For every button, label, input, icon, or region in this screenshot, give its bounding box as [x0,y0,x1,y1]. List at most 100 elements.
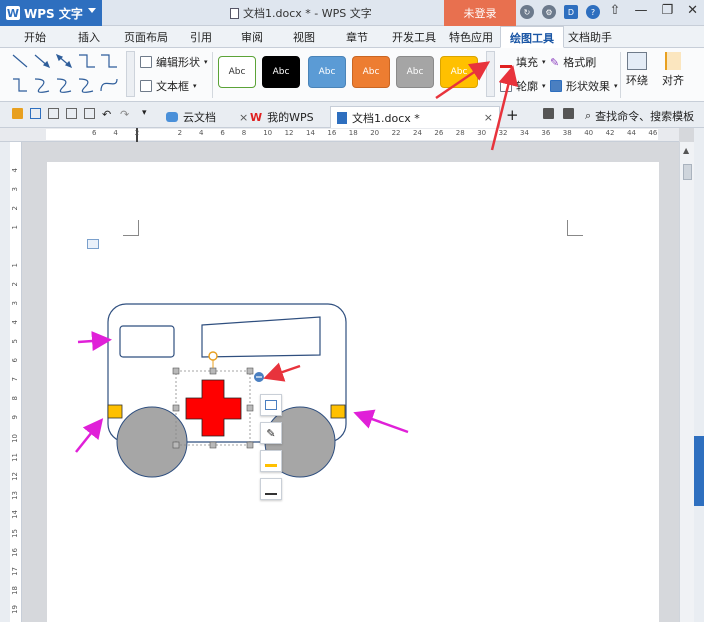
horizontal-ruler[interactable]: 6 4 2 2 4 6 8 10 12 14 16 18 20 22 24 26 28 30 32 34 36 38 40 4… [0,128,679,142]
ruler-tick-label: 36 [541,129,551,137]
app-name: WPS 文字 [24,6,83,21]
ruler-tick-label: 18 [11,586,19,595]
tab-special[interactable]: 特色应用 [449,29,493,45]
layout-options-button[interactable] [260,394,282,416]
print-preview-icon[interactable] [48,108,59,119]
scroll-up-icon[interactable]: ▲ [683,146,689,155]
help-icon[interactable]: ? [586,5,600,19]
tab-drawing-tools[interactable]: 绘图工具 [500,26,564,48]
ruler-tick-label: 22 [391,129,401,137]
ruler-tick-label: 12 [284,129,294,137]
shapes-gallery-scroll[interactable] [126,51,135,97]
close-icon[interactable]: ✕ [687,3,698,18]
export-icon[interactable] [84,108,95,119]
shape-style-gold[interactable]: Abc [440,56,478,88]
line-shapes-gallery[interactable] [9,51,125,97]
save-icon[interactable] [30,108,41,119]
ruler-tick-label: 12 [11,472,19,481]
tab-references[interactable]: 引用 [190,29,212,45]
format-painter-button[interactable]: ✎ 格式刷 [550,54,596,70]
shape-style-gray[interactable]: Abc [396,56,434,88]
chevron-down-icon: ▾ [542,82,546,90]
open-folder-icon[interactable] [12,108,23,119]
tab-insert[interactable]: 插入 [78,29,100,45]
app-menu-button[interactable]: W WPS 文字 [0,0,102,26]
restore-icon[interactable]: ❐ [661,3,673,18]
print-icon[interactable] [66,108,77,119]
ruler-tick-label: 26 [434,129,444,137]
tab-section[interactable]: 章节 [346,29,368,45]
shape-style-white[interactable]: Abc [218,56,256,88]
undo-icon[interactable]: ↶ [102,108,113,121]
fill-quick-button[interactable] [260,450,282,472]
left-margin-strip [0,142,10,622]
tab-developer[interactable]: 开发工具 [392,29,436,45]
vertical-scrollbar[interactable]: ▲ [679,142,694,622]
margin-mark-top-right [567,220,583,236]
shape-style-black[interactable]: Abc [262,56,300,88]
wrap-button[interactable]: 环绕 [626,52,648,88]
layout-icon [265,400,277,410]
floating-shape-toolbar: ✎ [260,394,284,500]
fill-bucket-icon [265,455,277,467]
edit-shape-label: 编辑形状 [156,56,200,69]
tab-view[interactable]: 视图 [293,29,315,45]
document-tab-bar: ↶ ↷ ▾ 云文档 × W 我的WPS × 文档1.docx * × + ⌕ 查… [0,102,704,128]
document-icon [337,111,347,124]
title-toolbar: ↻ ⚙ D ? [520,5,600,19]
new-tab-button[interactable]: + [506,106,519,124]
ruler-tick-label: 2 [134,129,140,137]
ruler-tick-label: 2 [11,206,19,211]
tab-page-layout[interactable]: 页面布局 [124,29,168,45]
close-icon[interactable]: × [484,111,493,124]
textbox-icon [140,80,152,92]
upload-icon[interactable]: ⇧ [610,3,621,18]
scroll-thumb[interactable] [683,164,692,180]
tab-start[interactable]: 开始 [24,29,46,45]
ruler-tick-label: 42 [605,129,615,137]
paragraph-format-icon[interactable] [87,239,99,249]
shape-effects-button[interactable]: 形状效果 ▾ [550,78,618,94]
document-page[interactable] [47,162,659,622]
outline-color-quick-button[interactable] [260,478,282,500]
side-panel-toggle[interactable] [694,436,704,506]
tab-review[interactable]: 审阅 [241,29,263,45]
tab-doc-assistant[interactable]: 文档助手 [568,29,612,45]
ruler-tick-label: 4 [11,320,19,325]
ruler-tick-label: 13 [11,491,19,500]
textbox-button[interactable]: 文本框 ▾ [140,78,197,94]
outline-button[interactable]: 轮廓 ▾ [500,78,546,94]
ruler-tick-label: 10 [263,129,273,137]
style-label: Abc [406,67,424,77]
menu-tabs: 开始 插入 页面布局 引用 审阅 视图 章节 开发工具 特色应用 绘图工具 文档… [0,26,704,48]
command-search[interactable]: ⌕ 查找命令、搜索模板 [585,108,694,124]
style-label: Abc [318,67,336,77]
shape-style-blue[interactable]: Abc [308,56,346,88]
style-label: Abc [272,67,290,77]
ruler-tick-label: 34 [520,129,529,137]
chevron-down-icon: ▾ [542,58,546,66]
ruler-tick-label: 10 [11,434,19,443]
ruler-tick-label: 44 [627,129,636,137]
redo-icon[interactable]: ↷ [120,108,131,121]
ruler-tick-label: 8 [11,396,19,401]
login-button[interactable]: 未登录 [444,0,516,26]
minimize-icon[interactable]: — [634,3,647,18]
skin-icon[interactable]: D [564,5,578,19]
align-button[interactable]: 对齐 [662,52,684,88]
vertical-ruler[interactable]: 43211234567891011121314151617181920 [10,142,22,622]
pin-icon[interactable] [543,108,554,119]
edit-shape-button[interactable]: 编辑形状 ▾ [140,54,208,70]
ruler-tick-label: 5 [11,339,19,344]
tab-cloud-docs[interactable]: 云文档 × [160,106,254,128]
fill-button[interactable]: 填充 ▾ [500,54,546,70]
sync-icon[interactable]: ↻ [520,5,534,19]
fill-bucket-icon [500,56,512,68]
tab-document-1[interactable]: 文档1.docx * × [330,106,500,128]
styles-gallery-scroll[interactable] [486,51,495,97]
quick-access-dropdown[interactable]: ▾ [142,108,153,119]
outline-quick-button[interactable]: ✎ [260,422,282,444]
tab-list-icon[interactable] [563,108,574,119]
shape-style-orange[interactable]: Abc [352,56,390,88]
settings-icon[interactable]: ⚙ [542,5,556,19]
